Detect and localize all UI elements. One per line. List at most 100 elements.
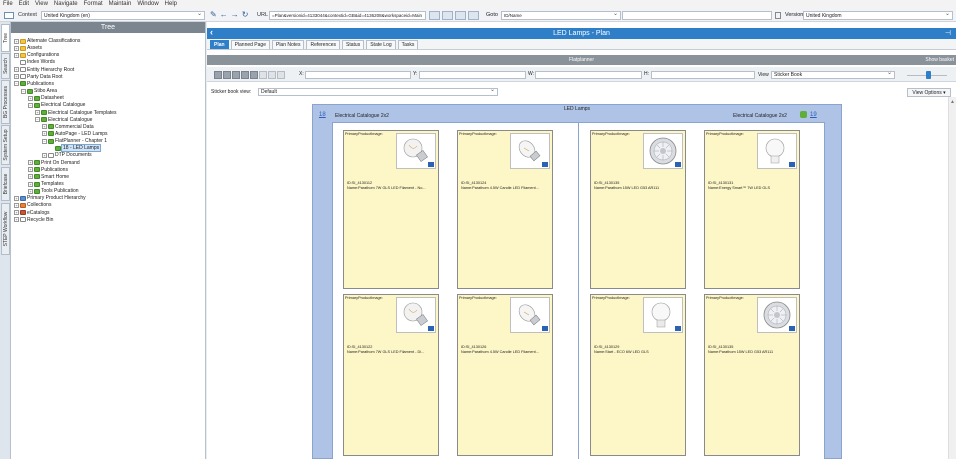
tab-plan[interactable]: Plan bbox=[210, 40, 229, 49]
url-input[interactable]: =Plan&versionid=4133044&contextid=GB&id=… bbox=[269, 11, 426, 20]
side-tab-bg-processes[interactable]: BG Processes bbox=[1, 80, 10, 124]
expand-icon[interactable]: + bbox=[14, 45, 19, 51]
image-link-icon[interactable] bbox=[542, 326, 548, 331]
snap-icon[interactable] bbox=[277, 71, 285, 79]
context-select[interactable]: United Kingdom (en) bbox=[41, 10, 205, 20]
layout-icon[interactable] bbox=[241, 71, 249, 79]
tree-item[interactable]: + Assets bbox=[14, 45, 42, 51]
tree-item[interactable]: + Alternate Classifications bbox=[14, 38, 80, 44]
view-options-button[interactable]: View Options ▾ bbox=[907, 88, 951, 97]
view-select[interactable]: Sticker Book bbox=[771, 70, 895, 79]
tab-planned-page[interactable]: Planned Page bbox=[230, 40, 270, 49]
vertical-scrollbar[interactable] bbox=[948, 97, 956, 459]
product-image[interactable] bbox=[396, 297, 436, 333]
tree-item[interactable]: + Templates bbox=[28, 181, 64, 187]
tree-item[interactable]: − Publications bbox=[14, 81, 54, 87]
tab-status[interactable]: Status bbox=[342, 40, 365, 49]
product-sticker[interactable]: PrimaryProductImage: ID:SI_4130135 Name:Pa… bbox=[590, 130, 686, 289]
tab-plan-notes[interactable]: Plan Notes bbox=[271, 40, 305, 49]
tree-item[interactable]: + Party Data Root bbox=[14, 74, 63, 80]
expand-icon[interactable]: + bbox=[14, 38, 19, 44]
tab-state-log[interactable]: State Log bbox=[366, 40, 396, 49]
expand-icon[interactable]: + bbox=[14, 74, 19, 80]
product-image[interactable] bbox=[510, 297, 550, 333]
menu-format[interactable]: Format bbox=[84, 0, 103, 9]
expand-icon[interactable]: + bbox=[35, 110, 40, 115]
tab-references[interactable]: References bbox=[306, 40, 341, 49]
product-image[interactable] bbox=[757, 133, 797, 169]
y-input[interactable] bbox=[419, 71, 526, 79]
image-link-icon[interactable] bbox=[428, 326, 434, 331]
menu-maintain[interactable]: Maintain bbox=[109, 0, 132, 9]
sticker-book-select[interactable]: Default bbox=[258, 87, 498, 96]
pin-icon[interactable]: ⊣ bbox=[945, 28, 951, 39]
product-image[interactable] bbox=[757, 297, 797, 333]
tree-item[interactable]: + Recycle Bin bbox=[14, 217, 53, 223]
tab-tasks[interactable]: Tasks bbox=[397, 40, 419, 49]
select-icon[interactable] bbox=[223, 71, 231, 79]
expand-icon[interactable]: + bbox=[14, 67, 19, 73]
tree-item[interactable]: − Electrical Catalogue bbox=[35, 117, 92, 123]
menu-navigate[interactable]: Navigate bbox=[54, 0, 78, 9]
product-sticker[interactable]: PrimaryProductImage: ID:SI_4130124 Name:Pa… bbox=[457, 130, 553, 289]
back-icon[interactable]: ‹ bbox=[210, 27, 213, 38]
image-link-icon[interactable] bbox=[675, 162, 681, 167]
collapse-icon[interactable]: − bbox=[21, 88, 26, 94]
expand-icon[interactable]: + bbox=[14, 217, 19, 223]
product-sticker[interactable]: PrimaryProductImage: ID:SI_4130122 Name:Pa… bbox=[343, 294, 439, 456]
tree-item[interactable]: + Electrical Catalogue Templates bbox=[35, 110, 117, 116]
goto-input[interactable] bbox=[622, 11, 772, 20]
undo-icon[interactable] bbox=[259, 71, 267, 79]
page-spread[interactable]: LED Lamps 18 Electrical Catalogue 2x2 El… bbox=[312, 104, 842, 459]
product-sticker[interactable]: PrimaryProductImage: ID:SI_4130135 Name:Pa… bbox=[704, 294, 800, 456]
image-link-icon[interactable] bbox=[675, 326, 681, 331]
goto-select[interactable]: ID/Name bbox=[501, 10, 621, 20]
tree-item[interactable]: + Publications bbox=[28, 167, 68, 173]
tree-item[interactable]: + Print On Demand bbox=[28, 160, 80, 166]
grid-icon[interactable] bbox=[214, 71, 222, 79]
collapse-icon[interactable]: − bbox=[42, 138, 47, 144]
tree-item[interactable]: + Entity Hierarchy Root bbox=[14, 67, 74, 73]
image-link-icon[interactable] bbox=[789, 162, 795, 167]
product-sticker[interactable]: PrimaryProductImage: ID:SI_4130126 Name:Pa… bbox=[457, 294, 553, 456]
expand-icon[interactable]: + bbox=[14, 195, 19, 201]
product-sticker[interactable]: PrimaryProductImage: ID:SI_4130131 Name:En… bbox=[704, 130, 800, 289]
tree-item[interactable]: + AutoPage - LED Lamps bbox=[42, 131, 108, 137]
x-input[interactable] bbox=[305, 71, 411, 79]
tree-item[interactable]: 18 - LED Lamps bbox=[49, 144, 102, 153]
back-arrow-icon[interactable]: ← bbox=[220, 10, 228, 19]
expand-icon[interactable]: + bbox=[28, 160, 33, 166]
side-tab-briefcase[interactable]: Briefcase bbox=[1, 167, 10, 201]
product-sticker[interactable]: PrimaryProductImage: ID:SI_4130129 Name:St… bbox=[590, 294, 686, 456]
side-tab-step-workflow[interactable]: STEP Workflow bbox=[1, 203, 10, 255]
version-select[interactable]: United Kingdom bbox=[803, 10, 953, 20]
right-page-number[interactable]: 19 bbox=[810, 112, 817, 118]
side-tab-search[interactable]: Search bbox=[1, 53, 10, 79]
image-link-icon[interactable] bbox=[789, 326, 795, 331]
image-link-icon[interactable] bbox=[428, 162, 434, 167]
expand-icon[interactable]: + bbox=[42, 152, 47, 158]
view-mode-3-icon[interactable] bbox=[455, 11, 466, 20]
product-sticker[interactable]: PrimaryProductImage: ID:SI_4130112 Name:Pa… bbox=[343, 130, 439, 289]
expand-icon[interactable]: + bbox=[28, 95, 33, 101]
zoom-slider-thumb[interactable] bbox=[926, 71, 931, 79]
edit-icon[interactable]: ✎ bbox=[210, 10, 217, 19]
tree-item[interactable]: + Collections bbox=[14, 202, 51, 208]
columns-icon[interactable] bbox=[250, 71, 258, 79]
expand-icon[interactable]: + bbox=[14, 202, 19, 208]
tree-item[interactable]: − Stibo Area bbox=[21, 88, 57, 94]
tree-item[interactable]: + Smart Home bbox=[28, 174, 69, 180]
menu-help[interactable]: Help bbox=[165, 0, 177, 9]
expand-icon[interactable]: + bbox=[42, 124, 47, 130]
tree-item[interactable]: + Tools Publication bbox=[28, 188, 79, 194]
tree-item[interactable]: + Commercial Data bbox=[42, 124, 94, 130]
view-mode-2-icon[interactable] bbox=[442, 11, 453, 20]
h-input[interactable] bbox=[651, 71, 755, 79]
expand-icon[interactable]: + bbox=[28, 181, 33, 187]
collapse-icon[interactable]: − bbox=[28, 102, 33, 108]
show-basket-link[interactable]: Show basket bbox=[925, 55, 954, 65]
forward-arrow-icon[interactable]: → bbox=[231, 10, 239, 19]
expand-icon[interactable]: + bbox=[28, 188, 33, 194]
expand-icon[interactable]: + bbox=[42, 131, 47, 137]
tree-item[interactable]: + eCatalogs bbox=[14, 210, 50, 216]
